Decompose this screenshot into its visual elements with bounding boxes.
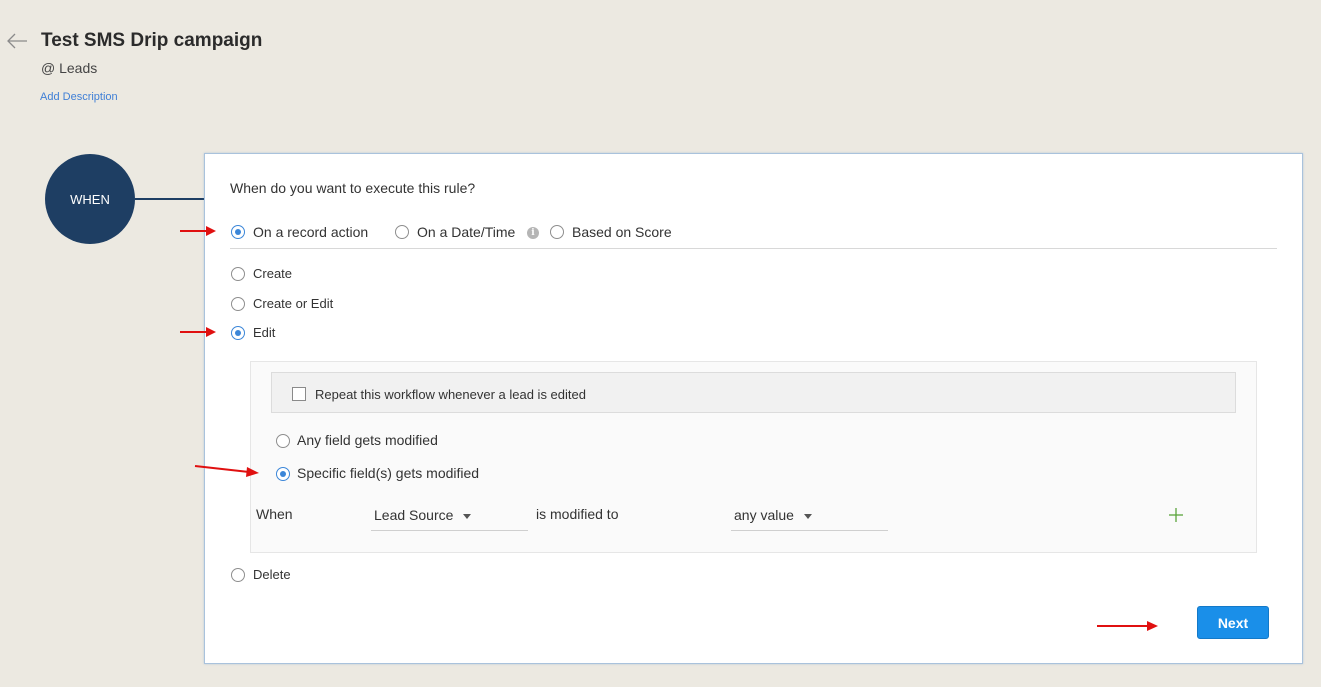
annotation-arrow-icon: [180, 226, 216, 236]
field-dropdown-value: Lead Source: [374, 507, 454, 523]
step-connector: [135, 198, 205, 200]
label-specific-field-modified[interactable]: Specific field(s) gets modified: [297, 465, 479, 481]
annotation-arrow-icon: [1097, 621, 1158, 631]
value-dropdown-value: any value: [734, 507, 794, 523]
label-edit[interactable]: Edit: [253, 325, 275, 340]
condition-operator-label: is modified to: [536, 506, 619, 522]
label-create-or-edit[interactable]: Create or Edit: [253, 296, 333, 311]
field-dropdown-caret-icon: [463, 514, 471, 519]
radio-based-on-score[interactable]: [550, 225, 564, 239]
label-any-field-modified[interactable]: Any field gets modified: [297, 432, 438, 448]
repeat-workflow-label[interactable]: Repeat this workflow whenever a lead is …: [315, 387, 586, 402]
label-based-on-score[interactable]: Based on Score: [572, 224, 672, 240]
when-step-label: WHEN: [70, 191, 110, 207]
radio-on-date-time[interactable]: [395, 225, 409, 239]
back-arrow-icon[interactable]: [6, 30, 28, 52]
label-on-date-time[interactable]: On a Date/Time: [417, 224, 515, 240]
label-on-record-action[interactable]: On a record action: [253, 224, 368, 240]
info-icon[interactable]: i: [527, 227, 539, 239]
trigger-divider: [230, 248, 1277, 249]
radio-specific-field-modified[interactable]: [276, 467, 290, 481]
annotation-arrow-icon: [194, 465, 259, 477]
add-description-link[interactable]: Add Description: [40, 91, 118, 103]
condition-when-label: When: [256, 506, 293, 522]
add-condition-plus-icon[interactable]: [1168, 507, 1184, 523]
value-dropdown-caret-icon: [804, 514, 812, 519]
radio-create[interactable]: [231, 267, 245, 281]
execute-question: When do you want to execute this rule?: [230, 180, 476, 196]
field-dropdown[interactable]: Lead Source: [371, 501, 528, 531]
radio-delete[interactable]: [231, 568, 245, 582]
module-label: @ Leads: [41, 60, 98, 76]
label-create[interactable]: Create: [253, 266, 292, 281]
radio-create-or-edit[interactable]: [231, 297, 245, 311]
radio-on-record-action[interactable]: [231, 225, 245, 239]
radio-any-field-modified[interactable]: [276, 434, 290, 448]
annotation-arrow-icon: [180, 327, 216, 337]
page-title: Test SMS Drip campaign: [41, 30, 263, 51]
label-delete[interactable]: Delete: [253, 567, 291, 582]
repeat-workflow-checkbox[interactable]: [292, 387, 306, 401]
next-button[interactable]: Next: [1197, 606, 1269, 639]
radio-edit[interactable]: [231, 326, 245, 340]
when-step-circle: WHEN: [45, 154, 135, 244]
